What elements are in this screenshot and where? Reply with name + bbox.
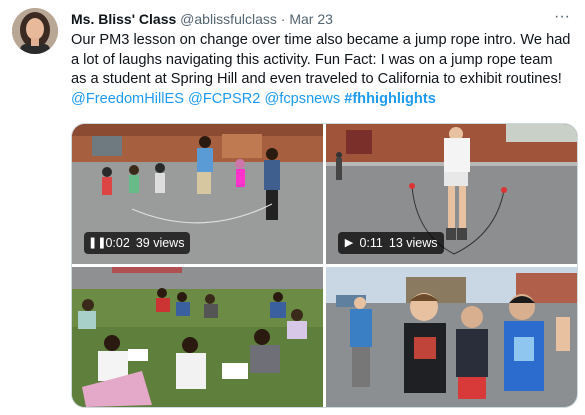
video-badge-2: ▶ 0:11 13 views — [338, 232, 444, 254]
mention-fcpsr2[interactable]: @FCPSR2 — [188, 91, 260, 107]
tweet-text-body: Our PM3 lesson on change over time also … — [71, 32, 571, 87]
avatar[interactable] — [12, 8, 58, 54]
tweet-text: Our PM3 lesson on change over time also … — [71, 31, 571, 109]
display-name[interactable]: Ms. Bliss' Class — [71, 11, 176, 27]
video-views-1: 39 views — [135, 236, 185, 250]
handle[interactable]: @ablissfulclass — [180, 11, 277, 27]
tweet[interactable]: Ms. Bliss' Class @ablissfulclass · Mar 2… — [0, 0, 585, 415]
video-tile-2[interactable]: ▶ 0:11 13 views — [326, 124, 577, 264]
video-views-2: 13 views — [388, 236, 438, 250]
video-time-2: 0:11 — [359, 236, 383, 250]
timestamp[interactable]: Mar 23 — [289, 11, 333, 27]
play-icon[interactable]: ▶ — [342, 232, 356, 254]
separator-dot: · — [280, 11, 286, 27]
video-tile-1[interactable]: ❚❚ 0:02 39 views — [72, 124, 323, 264]
photo-tile-4[interactable] — [326, 267, 577, 407]
mention-freedomhilles[interactable]: @FreedomHillES — [71, 91, 184, 107]
photo-boys-smiling — [326, 267, 577, 407]
photo-students-on-grass — [72, 267, 323, 407]
photo-tile-3[interactable] — [72, 267, 323, 407]
video-badge-1: ❚❚ 0:02 39 views — [84, 232, 191, 254]
avatar-image — [12, 8, 58, 54]
media-grid: ❚❚ 0:02 39 views ▶ 0:11 13 views — [71, 123, 578, 408]
video-time-1: 0:02 — [105, 236, 130, 250]
hashtag-fhhighlights[interactable]: #fhhighlights — [344, 91, 436, 107]
mention-fcpsnews[interactable]: @fcpsnews — [264, 91, 340, 107]
tweet-header: Ms. Bliss' Class @ablissfulclass · Mar 2… — [71, 9, 573, 29]
pause-icon[interactable]: ❚❚ — [88, 232, 106, 254]
more-options-icon[interactable]: ··· — [551, 9, 573, 29]
